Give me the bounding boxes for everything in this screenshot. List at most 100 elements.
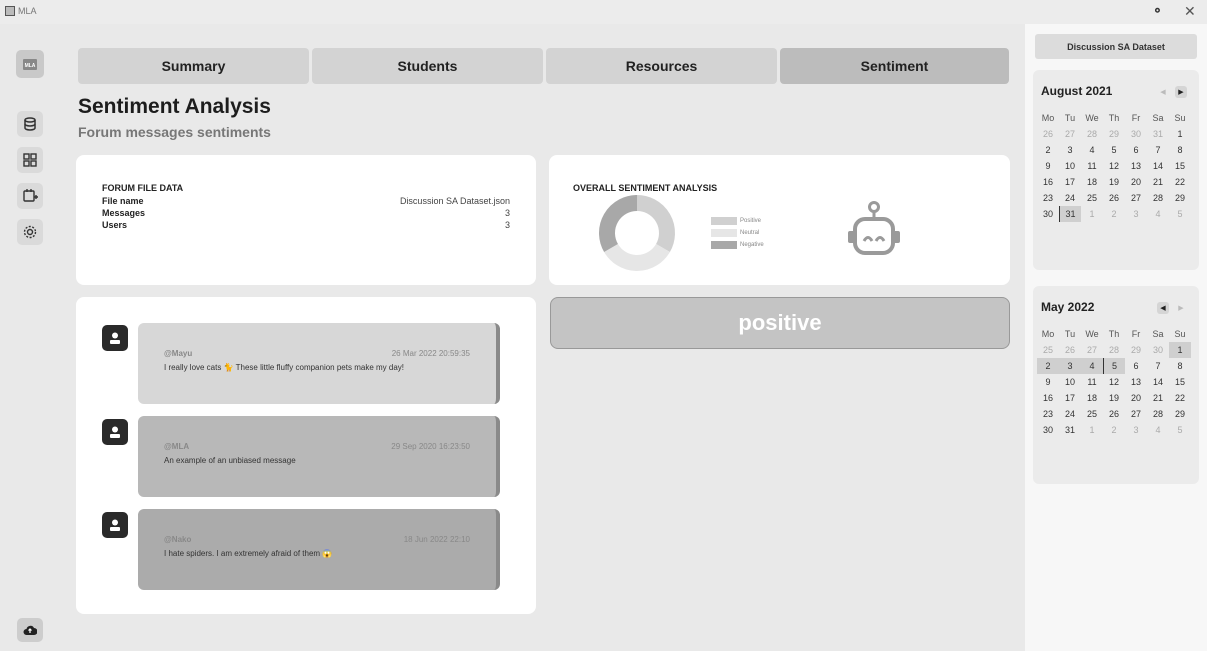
minimize-icon[interactable]: ⚬ bbox=[1152, 3, 1163, 19]
calendar-day[interactable]: 4 bbox=[1081, 142, 1103, 158]
calendar-day[interactable]: 29 bbox=[1103, 126, 1125, 142]
calendar-day[interactable]: 12 bbox=[1103, 158, 1125, 174]
calendar-day[interactable]: 22 bbox=[1169, 390, 1191, 406]
calendar-day[interactable]: 17 bbox=[1059, 390, 1081, 406]
dataset-button[interactable]: Discussion SA Dataset bbox=[1035, 34, 1197, 59]
calendar-day[interactable]: 22 bbox=[1169, 174, 1191, 190]
calendar-day[interactable]: 30 bbox=[1147, 342, 1169, 358]
calendar-day[interactable]: 3 bbox=[1125, 206, 1147, 222]
calendar-day[interactable]: 19 bbox=[1103, 174, 1125, 190]
calendar-day[interactable]: 25 bbox=[1081, 406, 1103, 422]
calendar-day[interactable]: 27 bbox=[1081, 342, 1103, 358]
calendar-day[interactable]: 15 bbox=[1169, 158, 1191, 174]
calendar-day[interactable]: 24 bbox=[1059, 406, 1081, 422]
calendar-day[interactable]: 4 bbox=[1081, 358, 1103, 374]
calendar-day[interactable]: 1 bbox=[1169, 126, 1191, 142]
calendar-day[interactable]: 3 bbox=[1059, 142, 1081, 158]
calendar-day[interactable]: 6 bbox=[1125, 358, 1147, 374]
calendar-day[interactable]: 2 bbox=[1103, 422, 1125, 438]
calendar-day[interactable]: 14 bbox=[1147, 374, 1169, 390]
calendar-day[interactable]: 13 bbox=[1125, 374, 1147, 390]
close-icon[interactable]: ✕ bbox=[1184, 3, 1196, 20]
calendar-day[interactable]: 28 bbox=[1081, 126, 1103, 142]
tab-students[interactable]: Students bbox=[312, 48, 543, 84]
calendar-day[interactable]: 27 bbox=[1059, 126, 1081, 142]
calendar-day[interactable]: 7 bbox=[1147, 142, 1169, 158]
calendar-day[interactable]: 9 bbox=[1037, 374, 1059, 390]
calendar-day[interactable]: 16 bbox=[1037, 174, 1059, 190]
tab-sentiment[interactable]: Sentiment bbox=[780, 48, 1009, 84]
calendar-day[interactable]: 17 bbox=[1059, 174, 1081, 190]
calendar-next-icon[interactable]: ▶ bbox=[1175, 86, 1187, 98]
calendar-day[interactable]: 23 bbox=[1037, 406, 1059, 422]
calendar-day[interactable]: 5 bbox=[1103, 142, 1125, 158]
calendar-next-icon[interactable]: ▶ bbox=[1175, 302, 1187, 314]
calendar-day[interactable]: 3 bbox=[1059, 358, 1081, 374]
calendar-day[interactable]: 4 bbox=[1147, 206, 1169, 222]
message-item[interactable]: @Nako 18 Jun 2022 22:10 I hate spiders. … bbox=[138, 509, 500, 590]
calendar-day[interactable]: 11 bbox=[1081, 158, 1103, 174]
calendar-day[interactable]: 9 bbox=[1037, 158, 1059, 174]
calendar-day[interactable]: 26 bbox=[1037, 126, 1059, 142]
sidebar-item-settings[interactable] bbox=[17, 219, 43, 245]
calendar-prev-icon[interactable]: ◀ bbox=[1157, 302, 1169, 314]
calendar-prev-icon[interactable]: ◀ bbox=[1157, 86, 1169, 98]
message-item[interactable]: @MLA 29 Sep 2020 16:23:50 An example of … bbox=[138, 416, 500, 497]
calendar-day[interactable]: 1 bbox=[1081, 422, 1103, 438]
calendar-day[interactable]: 20 bbox=[1125, 174, 1147, 190]
calendar-day[interactable]: 5 bbox=[1169, 422, 1191, 438]
calendar-day[interactable]: 25 bbox=[1037, 342, 1059, 358]
calendar-day[interactable]: 2 bbox=[1037, 142, 1059, 158]
calendar-day[interactable]: 31 bbox=[1147, 126, 1169, 142]
tab-resources[interactable]: Resources bbox=[546, 48, 777, 84]
calendar-day[interactable]: 29 bbox=[1169, 190, 1191, 206]
calendar-day[interactable]: 31 bbox=[1059, 206, 1081, 222]
calendar-day[interactable]: 14 bbox=[1147, 158, 1169, 174]
sidebar-item-dashboard[interactable] bbox=[17, 147, 43, 173]
calendar-day[interactable]: 11 bbox=[1081, 374, 1103, 390]
tab-summary[interactable]: Summary bbox=[78, 48, 309, 84]
calendar-day[interactable]: 27 bbox=[1125, 406, 1147, 422]
calendar-day[interactable]: 23 bbox=[1037, 190, 1059, 206]
calendar-day[interactable]: 19 bbox=[1103, 390, 1125, 406]
calendar-day[interactable]: 10 bbox=[1059, 374, 1081, 390]
calendar-day[interactable]: 31 bbox=[1059, 422, 1081, 438]
calendar-day[interactable]: 10 bbox=[1059, 158, 1081, 174]
calendar-day[interactable]: 6 bbox=[1125, 142, 1147, 158]
calendar-day[interactable]: 21 bbox=[1147, 390, 1169, 406]
calendar-day[interactable]: 20 bbox=[1125, 390, 1147, 406]
calendar-day[interactable]: 13 bbox=[1125, 158, 1147, 174]
calendar-day[interactable]: 26 bbox=[1059, 342, 1081, 358]
calendar-day[interactable]: 25 bbox=[1081, 190, 1103, 206]
calendar-day[interactable]: 24 bbox=[1059, 190, 1081, 206]
calendar-day[interactable]: 18 bbox=[1081, 174, 1103, 190]
upload-button[interactable] bbox=[17, 618, 43, 642]
sidebar-logo[interactable]: MLA bbox=[16, 50, 44, 78]
calendar-day[interactable]: 28 bbox=[1147, 406, 1169, 422]
calendar-day[interactable]: 21 bbox=[1147, 174, 1169, 190]
sidebar-item-database[interactable] bbox=[17, 111, 43, 137]
calendar-day[interactable]: 30 bbox=[1037, 206, 1059, 222]
calendar-day[interactable]: 5 bbox=[1169, 206, 1191, 222]
calendar-day[interactable]: 30 bbox=[1125, 126, 1147, 142]
calendar-day[interactable]: 3 bbox=[1125, 422, 1147, 438]
calendar-day[interactable]: 28 bbox=[1103, 342, 1125, 358]
calendar-day[interactable]: 8 bbox=[1169, 358, 1191, 374]
message-item[interactable]: @Mayu 26 Mar 2022 20:59:35 I really love… bbox=[138, 323, 500, 404]
calendar-day[interactable]: 30 bbox=[1037, 422, 1059, 438]
calendar-day[interactable]: 26 bbox=[1103, 190, 1125, 206]
calendar-day[interactable]: 27 bbox=[1125, 190, 1147, 206]
calendar-day[interactable]: 16 bbox=[1037, 390, 1059, 406]
calendar-day[interactable]: 8 bbox=[1169, 142, 1191, 158]
calendar-day[interactable]: 2 bbox=[1037, 358, 1059, 374]
calendar-day[interactable]: 28 bbox=[1147, 190, 1169, 206]
calendar-day[interactable]: 29 bbox=[1169, 406, 1191, 422]
calendar-day[interactable]: 18 bbox=[1081, 390, 1103, 406]
calendar-day[interactable]: 2 bbox=[1103, 206, 1125, 222]
calendar-day[interactable]: 26 bbox=[1103, 406, 1125, 422]
calendar-day[interactable]: 1 bbox=[1081, 206, 1103, 222]
calendar-day[interactable]: 12 bbox=[1103, 374, 1125, 390]
calendar-day[interactable]: 15 bbox=[1169, 374, 1191, 390]
calendar-day[interactable]: 7 bbox=[1147, 358, 1169, 374]
calendar-day[interactable]: 5 bbox=[1103, 358, 1125, 374]
